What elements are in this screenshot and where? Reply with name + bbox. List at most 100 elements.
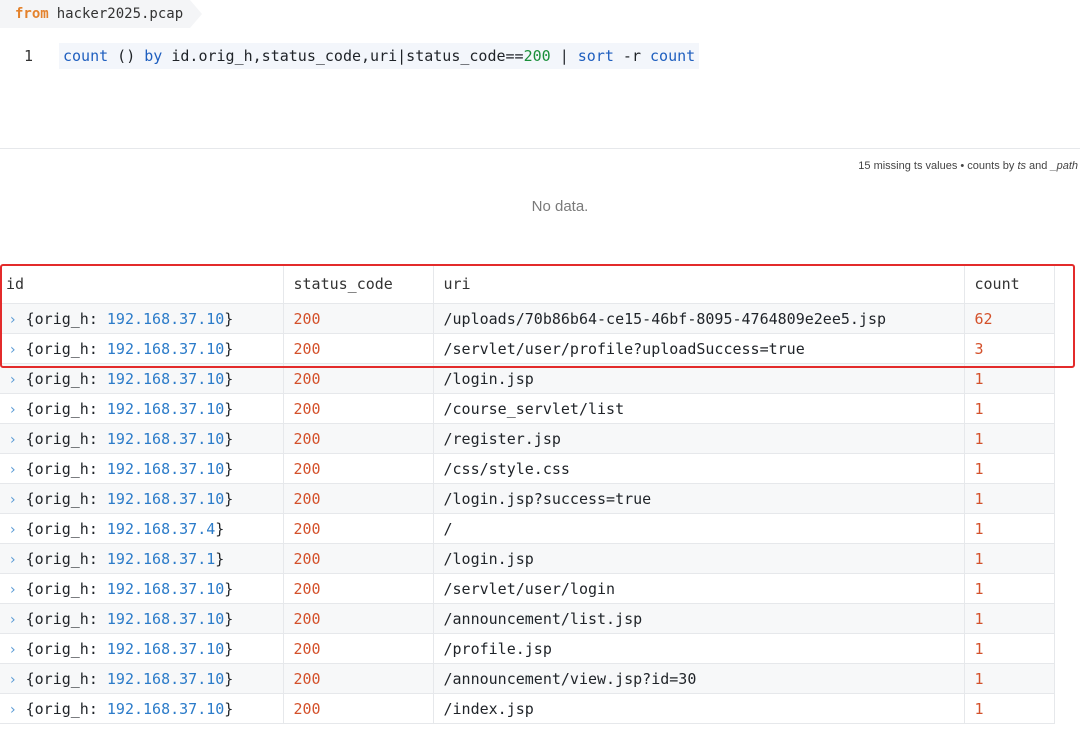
cell-count: 1: [964, 573, 1055, 604]
cell-uri: /login.jsp: [433, 363, 965, 394]
chevron-right-icon[interactable]: ›: [10, 462, 16, 478]
id-suffix: }: [224, 309, 234, 328]
cell-count: 1: [964, 633, 1055, 664]
table-row[interactable]: › {orig_h: 192.168.37.4} 200/1: [0, 513, 1055, 544]
cell-id[interactable]: › {orig_h: 192.168.37.10}: [0, 573, 284, 604]
table-row[interactable]: › {orig_h: 192.168.37.10} 200/course_servl…: [0, 393, 1055, 424]
query-editor[interactable]: 1 count () by id.orig_h,status_code,uri|…: [0, 40, 1080, 72]
cell-id[interactable]: › {orig_h: 192.168.37.1}: [0, 543, 284, 574]
ip-address: 192.168.37.4: [106, 519, 216, 538]
ip-address: 192.168.37.10: [106, 429, 225, 448]
ip-address: 192.168.37.10: [106, 609, 225, 628]
query-token: count: [63, 47, 109, 65]
ip-address: 192.168.37.10: [106, 699, 225, 718]
id-prefix: {orig_h:: [25, 579, 107, 598]
cell-id[interactable]: › {orig_h: 192.168.37.4}: [0, 513, 284, 544]
chevron-right-icon[interactable]: ›: [10, 372, 16, 388]
chevron-right-icon[interactable]: ›: [10, 672, 16, 688]
cell-status-code: 200: [283, 573, 434, 604]
cell-uri: /servlet/user/login: [433, 573, 965, 604]
cell-uri: /register.jsp: [433, 423, 965, 454]
ip-address: 192.168.37.10: [106, 339, 225, 358]
column-header-uri[interactable]: uri: [433, 265, 965, 304]
table-row[interactable]: › {orig_h: 192.168.37.10} 200/profile.jsp 1: [0, 633, 1055, 664]
id-prefix: {orig_h:: [25, 459, 107, 478]
results-table: id status_code uri count › {orig_h: 192.1…: [0, 265, 1055, 724]
ip-address: 192.168.37.10: [106, 639, 225, 658]
meta-field-ts: ts: [1017, 160, 1026, 172]
cell-id[interactable]: › {orig_h: 192.168.37.10}: [0, 663, 284, 694]
table-row[interactable]: › {orig_h: 192.168.37.10} 200/register.jsp…: [0, 423, 1055, 454]
chevron-right-icon[interactable]: ›: [10, 492, 16, 508]
chevron-right-icon[interactable]: ›: [10, 522, 16, 538]
table-row[interactable]: › {orig_h: 192.168.37.10} 200/login.jsp 1: [0, 363, 1055, 394]
meta-prefix: 15 missing ts values • counts by: [858, 160, 1018, 172]
chevron-right-icon[interactable]: ›: [10, 342, 16, 358]
table-row[interactable]: › {orig_h: 192.168.37.10} 200/servlet/user…: [0, 333, 1055, 364]
cell-uri: /announcement/view.jsp?id=30: [433, 663, 965, 694]
id-prefix: {orig_h:: [25, 429, 107, 448]
query-token: count: [650, 47, 696, 65]
table-row[interactable]: › {orig_h: 192.168.37.10} 200/index.jsp 1: [0, 693, 1055, 724]
table-row[interactable]: › {orig_h: 192.168.37.10} 200/login.jsp?su…: [0, 483, 1055, 514]
cell-id[interactable]: › {orig_h: 192.168.37.10}: [0, 423, 284, 454]
cell-status-code: 200: [283, 603, 434, 634]
cell-status-code: 200: [283, 663, 434, 694]
id-suffix: }: [224, 459, 234, 478]
cell-count: 1: [964, 423, 1055, 454]
table-row[interactable]: › {orig_h: 192.168.37.10} 200/uploads/70b8…: [0, 303, 1055, 334]
ip-address: 192.168.37.10: [106, 579, 225, 598]
query-token: (): [108, 47, 145, 65]
chevron-right-icon[interactable]: ›: [10, 702, 16, 718]
cell-count: 1: [964, 543, 1055, 574]
id-prefix: {orig_h:: [25, 699, 107, 718]
cell-uri: /servlet/user/profile?uploadSuccess=true: [433, 333, 965, 364]
chevron-right-icon[interactable]: ›: [10, 642, 16, 658]
ip-address: 192.168.37.10: [106, 399, 225, 418]
table-row[interactable]: › {orig_h: 192.168.37.10} 200/announcement…: [0, 603, 1055, 634]
cell-id[interactable]: › {orig_h: 192.168.37.10}: [0, 363, 284, 394]
cell-count: 1: [964, 393, 1055, 424]
cell-id[interactable]: › {orig_h: 192.168.37.10}: [0, 453, 284, 484]
table-row[interactable]: › {orig_h: 192.168.37.10} 200/servlet/user…: [0, 573, 1055, 604]
from-keyword: from: [15, 6, 49, 22]
chevron-right-icon[interactable]: ›: [10, 612, 16, 628]
chevron-right-icon[interactable]: ›: [10, 402, 16, 418]
cell-id[interactable]: › {orig_h: 192.168.37.10}: [0, 393, 284, 424]
histogram-meta: 15 missing ts values • counts by ts and …: [858, 160, 1078, 172]
cell-uri: /login.jsp?success=true: [433, 483, 965, 514]
meta-field-path: _path: [1050, 160, 1078, 172]
cell-uri: /uploads/70b86b64-ce15-46bf-8095-4764809…: [433, 303, 965, 334]
ip-address: 192.168.37.1: [106, 549, 216, 568]
id-prefix: {orig_h:: [25, 519, 107, 538]
cell-count: 1: [964, 513, 1055, 544]
cell-id[interactable]: › {orig_h: 192.168.37.10}: [0, 633, 284, 664]
column-header-status-code[interactable]: status_code: [283, 265, 434, 304]
query-token: -r: [613, 47, 651, 65]
query-text[interactable]: count () by id.orig_h,status_code,uri|st…: [59, 43, 700, 69]
line-number: 1: [24, 47, 34, 65]
chevron-right-icon[interactable]: ›: [10, 582, 16, 598]
chevron-right-icon[interactable]: ›: [10, 432, 16, 448]
id-prefix: {orig_h:: [25, 639, 107, 658]
cell-uri: /css/style.css: [433, 453, 965, 484]
column-header-id[interactable]: id: [0, 265, 284, 304]
column-header-count[interactable]: count: [964, 265, 1055, 304]
cell-status-code: 200: [283, 693, 434, 724]
table-row[interactable]: › {orig_h: 192.168.37.10} 200/css/style.cs…: [0, 453, 1055, 484]
cell-id[interactable]: › {orig_h: 192.168.37.10}: [0, 603, 284, 634]
cell-id[interactable]: › {orig_h: 192.168.37.10}: [0, 483, 284, 514]
cell-status-code: 200: [283, 423, 434, 454]
chevron-right-icon[interactable]: ›: [10, 552, 16, 568]
cell-status-code: 200: [283, 393, 434, 424]
table-row[interactable]: › {orig_h: 192.168.37.1} 200/login.jsp 1: [0, 543, 1055, 574]
cell-id[interactable]: › {orig_h: 192.168.37.10}: [0, 303, 284, 334]
pool-selector[interactable]: from hacker2025.pcap: [0, 0, 202, 28]
id-prefix: {orig_h:: [25, 399, 107, 418]
cell-id[interactable]: › {orig_h: 192.168.37.10}: [0, 333, 284, 364]
table-row[interactable]: › {orig_h: 192.168.37.10} 200/announcement…: [0, 663, 1055, 694]
chevron-right-icon[interactable]: ›: [10, 312, 16, 328]
cell-count: 1: [964, 693, 1055, 724]
ip-address: 192.168.37.10: [106, 489, 225, 508]
cell-id[interactable]: › {orig_h: 192.168.37.10}: [0, 693, 284, 724]
